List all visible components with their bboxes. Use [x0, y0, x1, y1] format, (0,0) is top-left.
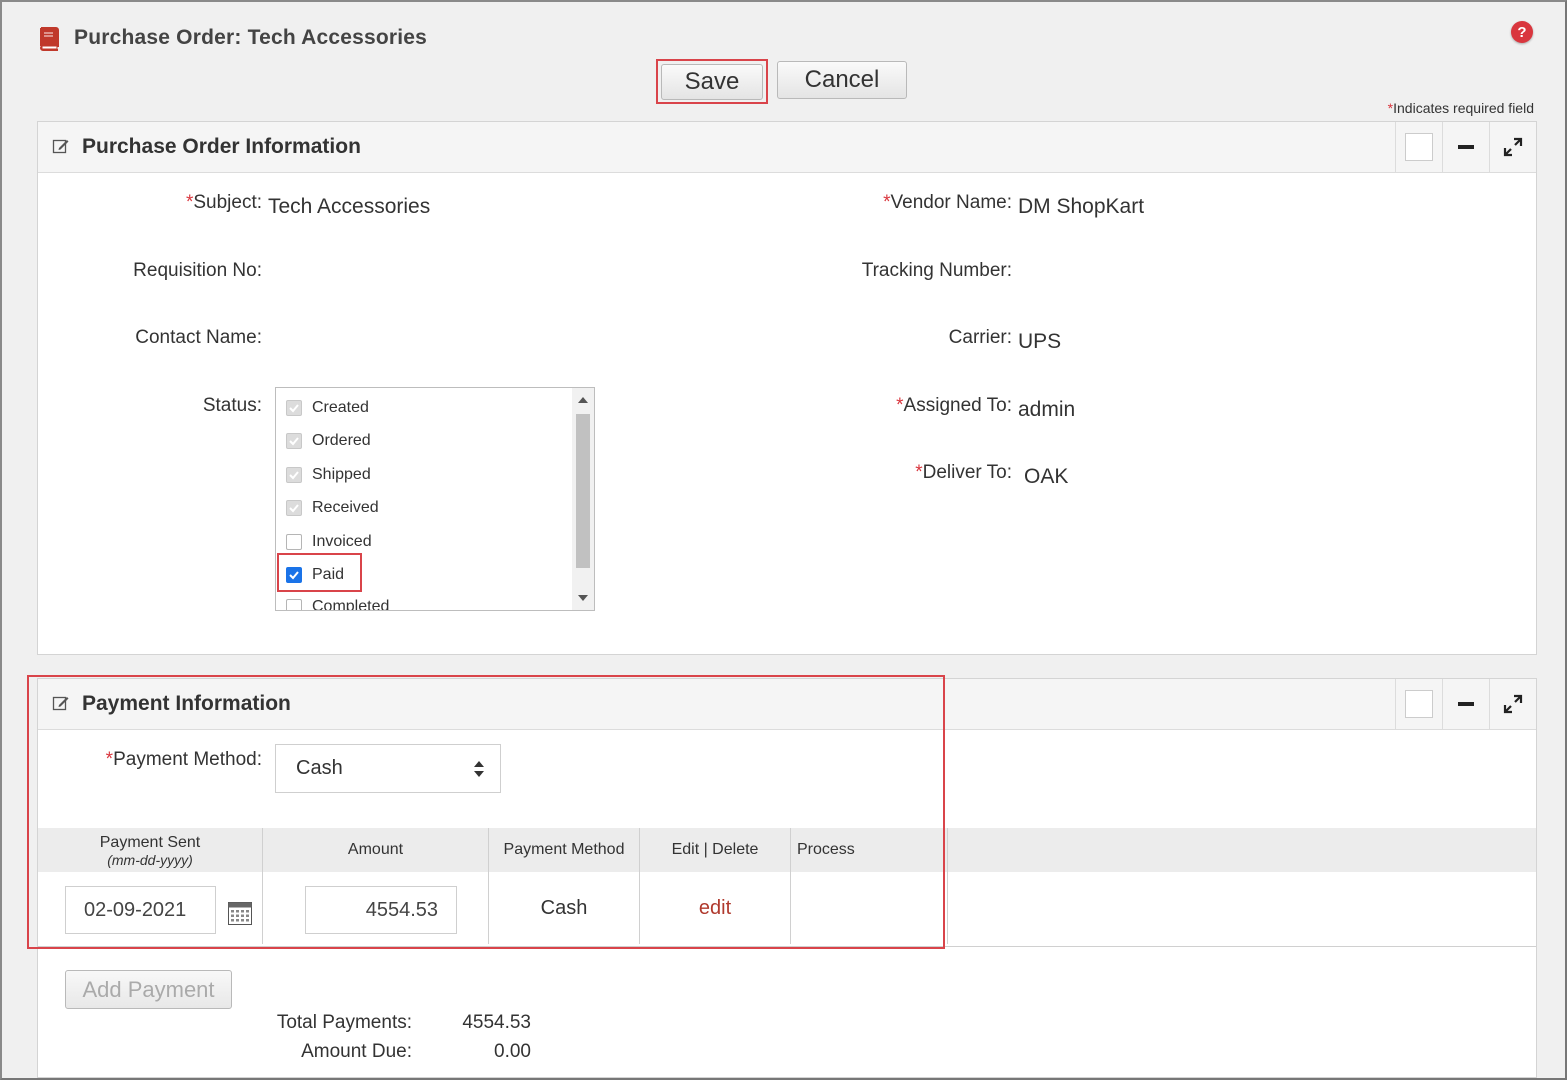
- edit-delete-cell: edit: [639, 872, 791, 944]
- total-payments-label: Total Payments:: [276, 1012, 412, 1033]
- col-edit-delete: Edit | Delete: [639, 828, 791, 872]
- col-amount: Amount: [262, 828, 489, 872]
- col-payment-sent: Payment Sent (mm-dd-yyyy): [38, 828, 263, 872]
- scroll-up-icon[interactable]: [578, 396, 588, 404]
- status-option-label: Created: [312, 399, 369, 416]
- col-spacer: [947, 828, 1536, 872]
- expand-button[interactable]: [1489, 679, 1536, 729]
- requisition-no-label: Requisition No:: [133, 260, 262, 281]
- required-field-note: *Indicates required field: [1387, 100, 1534, 116]
- status-option-label: Paid: [312, 566, 345, 583]
- deliver-to-label: *Deliver To:: [915, 462, 1012, 483]
- checkbox-checked-disabled-icon: [286, 400, 302, 416]
- title-bar: Purchase Order: Tech Accessories: [36, 22, 427, 54]
- collapse-button[interactable]: [1442, 122, 1489, 172]
- select-box: [1405, 690, 1433, 718]
- help-icon[interactable]: ?: [1511, 21, 1533, 43]
- payments-table: Payment Sent (mm-dd-yyyy) Amount Payment…: [38, 828, 1536, 944]
- status-listbox[interactable]: Created Ordered Shipped Received Invoice…: [275, 387, 595, 611]
- status-option-paid[interactable]: Paid: [286, 563, 344, 587]
- status-option-shipped[interactable]: Shipped: [286, 463, 371, 487]
- total-payments-value: 4554.53: [462, 1012, 531, 1033]
- save-button[interactable]: Save: [661, 64, 763, 100]
- amount-due-label: Amount Due:: [301, 1041, 412, 1062]
- minus-icon: [1458, 702, 1474, 706]
- checkbox-unchecked-icon: [286, 599, 302, 610]
- checkbox-checked-disabled-icon: [286, 467, 302, 483]
- edit-icon: [52, 696, 69, 711]
- status-option-created[interactable]: Created: [286, 396, 369, 420]
- status-option-label: Shipped: [312, 466, 371, 483]
- checkbox-checked-icon: [286, 567, 302, 583]
- assigned-to-value[interactable]: admin: [1018, 398, 1075, 422]
- payment-info-header: Payment Information: [38, 679, 1536, 730]
- status-option-invoiced[interactable]: Invoiced: [286, 530, 372, 554]
- minus-icon: [1458, 145, 1474, 149]
- payment-date-input[interactable]: 02-09-2021: [65, 886, 216, 934]
- payment-method-cell: Cash: [488, 872, 640, 944]
- add-payment-button[interactable]: Add Payment: [65, 970, 232, 1009]
- payments-table-header: Payment Sent (mm-dd-yyyy) Amount Payment…: [38, 828, 1536, 872]
- status-option-label: Ordered: [312, 432, 371, 449]
- assigned-to-label: *Assigned To:: [896, 395, 1012, 416]
- amount-due-value: 0.00: [494, 1041, 531, 1062]
- contact-name-label: Contact Name:: [135, 327, 262, 348]
- calendar-icon[interactable]: [228, 900, 252, 925]
- table-row: Cash edit: [38, 872, 1536, 944]
- edit-icon: [52, 139, 69, 154]
- payment-amount-input[interactable]: 4554.53: [305, 886, 457, 934]
- status-option-completed[interactable]: Completed: [286, 595, 390, 611]
- checkbox-checked-disabled-icon: [286, 500, 302, 516]
- expand-icon: [1503, 137, 1523, 157]
- select-box: [1405, 133, 1433, 161]
- carrier-label: Carrier:: [948, 327, 1012, 348]
- payment-method-label: *Payment Method:: [105, 749, 262, 770]
- deliver-to-value[interactable]: OAK: [1024, 465, 1068, 489]
- col-process: Process: [790, 828, 948, 872]
- cancel-button[interactable]: Cancel: [777, 61, 907, 99]
- table-bottom-divider: [38, 946, 1536, 947]
- expand-button[interactable]: [1489, 122, 1536, 172]
- col-payment-method: Payment Method: [488, 828, 640, 872]
- tracking-number-label: Tracking Number:: [861, 260, 1012, 281]
- payment-method-select[interactable]: Cash: [275, 744, 501, 793]
- carrier-value[interactable]: UPS: [1018, 330, 1061, 354]
- status-option-label: Completed: [312, 598, 390, 611]
- scroll-down-icon[interactable]: [578, 594, 588, 602]
- status-scrollbar[interactable]: [572, 388, 594, 610]
- expand-icon: [1503, 694, 1523, 714]
- subject-label: *Subject:: [185, 192, 262, 213]
- po-info-header: Purchase Order Information: [38, 122, 1536, 173]
- status-option-label: Invoiced: [312, 533, 372, 550]
- checkbox-checked-disabled-icon: [286, 433, 302, 449]
- panel-select-toggle[interactable]: [1395, 122, 1442, 172]
- po-info-title: Purchase Order Information: [82, 135, 361, 158]
- process-cell: [790, 872, 948, 944]
- spacer-cell: [947, 872, 1536, 944]
- panel-select-toggle[interactable]: [1395, 679, 1442, 729]
- collapse-button[interactable]: [1442, 679, 1489, 729]
- scroll-thumb[interactable]: [576, 414, 590, 568]
- page-title: Purchase Order: Tech Accessories: [74, 26, 428, 49]
- vendor-name-label: *Vendor Name:: [883, 192, 1012, 213]
- subject-value[interactable]: Tech Accessories: [268, 195, 430, 219]
- edit-link[interactable]: edit: [699, 897, 731, 919]
- status-label: Status:: [202, 395, 262, 416]
- payment-method-value: Cash: [296, 757, 343, 779]
- status-option-received[interactable]: Received: [286, 496, 379, 520]
- vendor-name-value[interactable]: DM ShopKart: [1018, 195, 1144, 219]
- book-icon: [40, 27, 59, 51]
- payment-info-title: Payment Information: [82, 692, 291, 715]
- select-arrows-icon: [474, 761, 484, 777]
- po-info-panel: Purchase Order Information: [37, 121, 1537, 655]
- status-option-label: Received: [312, 499, 379, 516]
- status-option-ordered[interactable]: Ordered: [286, 429, 371, 453]
- checkbox-unchecked-icon: [286, 534, 302, 550]
